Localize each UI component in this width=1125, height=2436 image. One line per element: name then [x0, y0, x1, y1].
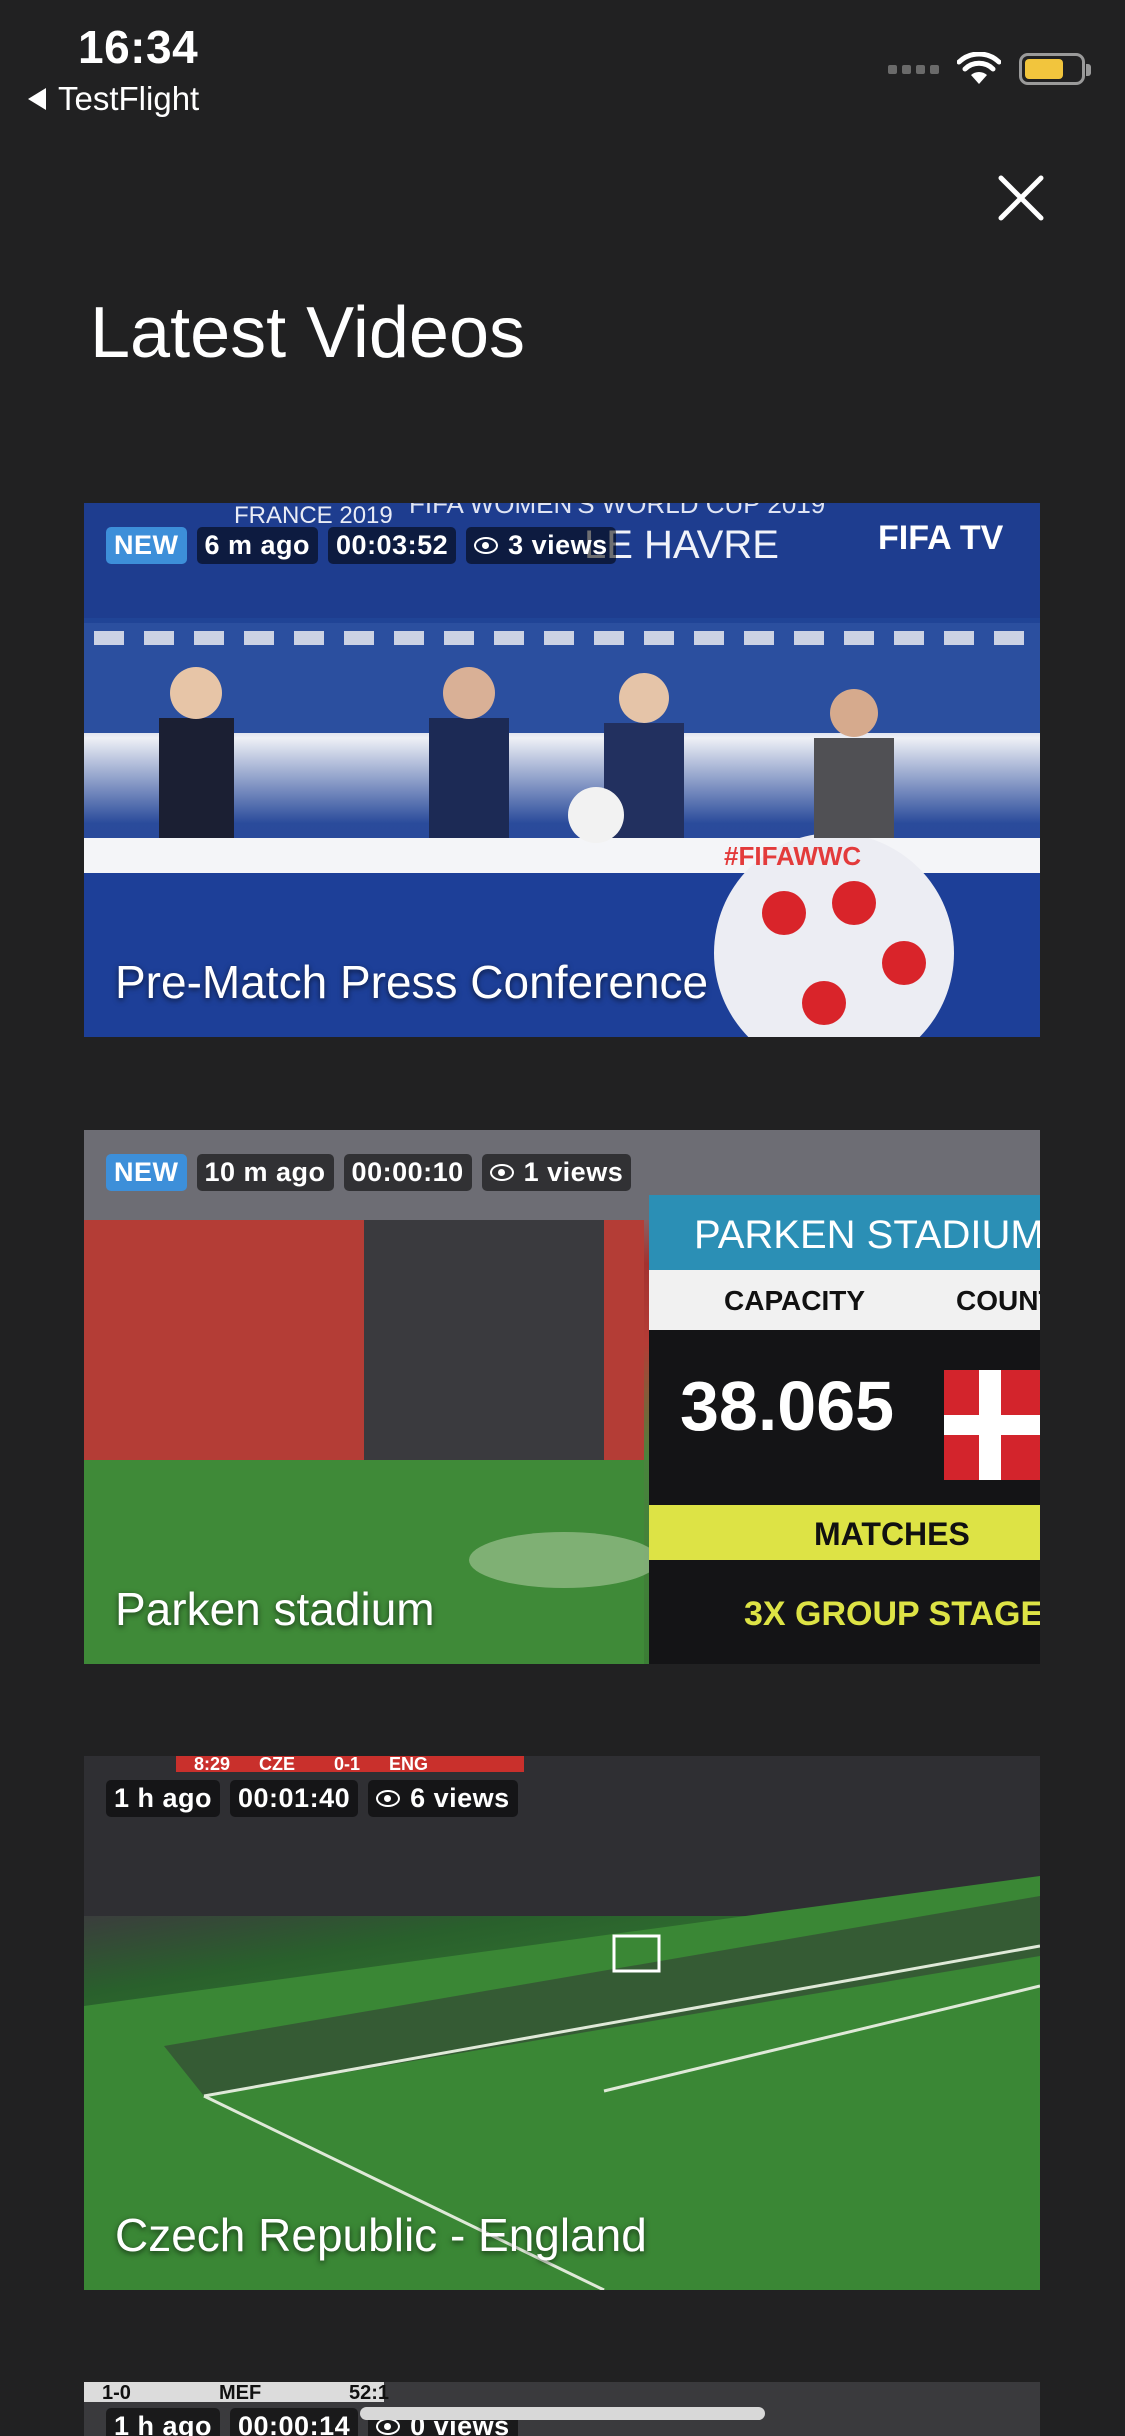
video-age: 6 m ago: [196, 527, 319, 564]
video-title: Czech Republic - England: [115, 2209, 647, 2261]
video-title: Pre-Match Press Conference: [115, 956, 709, 1008]
video-meta: NEW 6 m ago 00:03:52 3 views: [106, 527, 616, 564]
video-duration: 00:00:14: [230, 2408, 359, 2436]
thumb-next-team: MEF: [219, 2382, 261, 2404]
thumb-matches-label: MATCHES: [814, 1516, 970, 1552]
video-views: 1 views: [481, 1154, 632, 1191]
new-badge: NEW: [106, 527, 187, 564]
new-badge: NEW: [106, 1154, 187, 1191]
video-age: 1 h ago: [106, 2408, 221, 2436]
wifi-icon: [957, 52, 1001, 84]
thumb-away-team: ENG: [389, 1756, 428, 1774]
eye-icon: [489, 1164, 514, 1181]
thumb-match-clock: 8:29: [194, 1756, 230, 1774]
video-views: 6 views: [368, 1780, 518, 1817]
thumb-next-clock: 52:1: [349, 2382, 389, 2404]
thumb-brand-text: FIFA TV: [878, 519, 1004, 557]
home-indicator[interactable]: [360, 2407, 765, 2420]
video-card[interactable]: PARKEN STADIUM CAPACITY COUNTRY 38.065 M…: [84, 1130, 1040, 1664]
video-card[interactable]: FRANCE 2019 FIFA WOMEN'S WORLD CUP 2019 …: [84, 503, 1040, 1037]
views-count: 6 views: [410, 1783, 510, 1813]
video-age: 10 m ago: [196, 1154, 334, 1191]
thumb-logo-text: FRANCE 2019: [234, 503, 393, 529]
back-arrow-icon: [28, 88, 46, 110]
thumb-next-score: 1-0: [102, 2382, 131, 2404]
thumb-match-score: 0-1: [334, 1756, 360, 1774]
video-duration: 00:01:40: [230, 1780, 359, 1817]
thumb-home-team: CZE: [259, 1756, 295, 1774]
thumb-country-label: COUNTRY: [956, 1285, 1040, 1316]
video-meta: NEW 10 m ago 00:00:10 1 views: [106, 1154, 632, 1191]
thumb-event-text: FIFA WOMEN'S WORLD CUP 2019: [409, 503, 825, 519]
video-duration: 00:03:52: [328, 527, 457, 564]
eye-icon: [376, 1790, 401, 1807]
battery-icon: [1019, 53, 1091, 85]
thumb-stadium-name: PARKEN STADIUM: [694, 1213, 1040, 1257]
video-title: Parken stadium: [115, 1583, 435, 1635]
video-card[interactable]: 8:29 CZE 0-1 ENG 1 h ago 00:01:40 6 view…: [84, 1756, 1040, 2290]
thumb-matches-value: 3X GROUP STAGE: [744, 1595, 1040, 1633]
cellular-signal-icon: [888, 64, 939, 74]
eye-icon: [376, 2418, 401, 2435]
thumb-capacity-label: CAPACITY: [724, 1285, 865, 1316]
back-label: TestFlight: [58, 80, 200, 117]
close-icon[interactable]: [995, 172, 1047, 224]
views-count: 1 views: [523, 1157, 624, 1187]
eye-icon: [474, 537, 499, 554]
status-time: 16:34: [78, 21, 199, 73]
video-duration: 00:00:10: [343, 1154, 472, 1191]
page-title: Latest Videos: [90, 293, 525, 373]
thumb-capacity-value: 38.065: [680, 1367, 894, 1445]
video-meta: 1 h ago 00:01:40 6 views: [106, 1780, 518, 1817]
back-to-testflight-link[interactable]: TestFlight: [28, 80, 199, 118]
thumb-hashtag-text: #FIFAWWC: [724, 841, 861, 871]
video-age: 1 h ago: [106, 1780, 221, 1817]
status-indicators: [888, 52, 1091, 86]
video-views: 3 views: [466, 527, 616, 564]
views-count: 3 views: [508, 530, 608, 560]
